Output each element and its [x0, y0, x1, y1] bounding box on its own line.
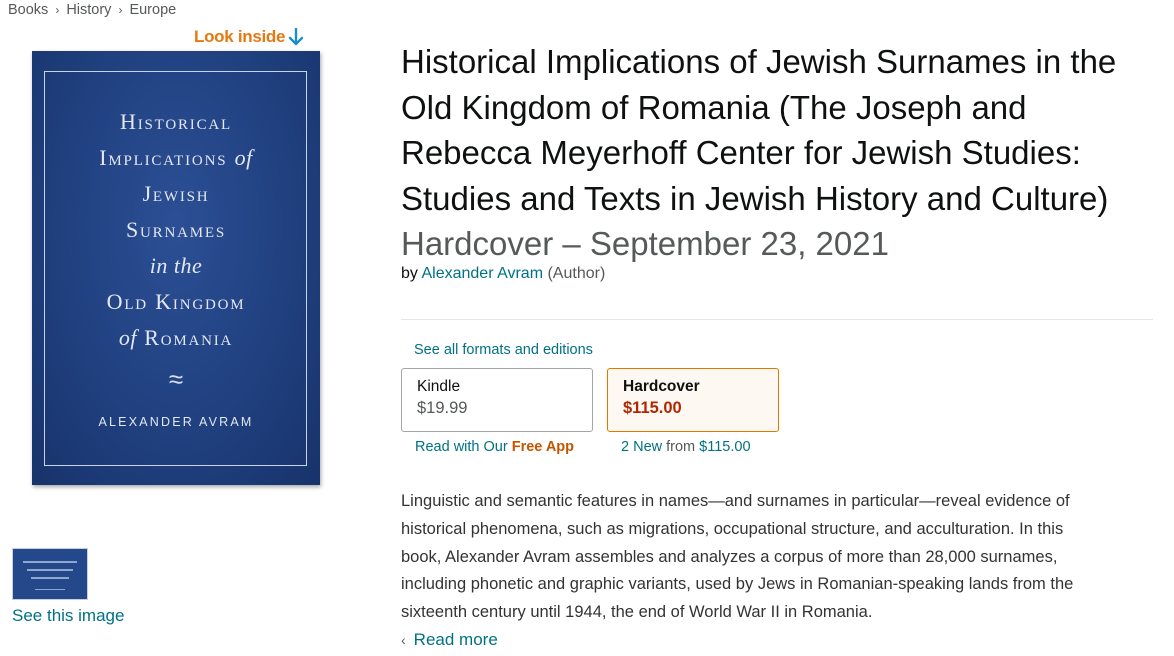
breadcrumb-europe[interactable]: Europe	[129, 2, 176, 18]
format-option-kindle[interactable]: Kindle $19.99	[401, 368, 593, 432]
new-offers-link[interactable]: 2 New from $115.00	[621, 439, 751, 455]
chevron-right-icon: ›	[55, 3, 60, 17]
description-line: book, Alexander Avram assembles and anal…	[401, 547, 1058, 566]
format-name: Hardcover	[623, 378, 700, 395]
look-inside-label: Look inside	[194, 27, 286, 46]
cover-title-line: Historical	[120, 109, 232, 134]
ornament-icon: ≈	[168, 364, 184, 394]
read-more-link[interactable]: ‹ Read more	[401, 630, 498, 650]
author-role: (Author)	[547, 265, 606, 282]
divider	[401, 319, 1153, 320]
cover-author: ALEXANDER AVRAM	[98, 415, 254, 429]
cover-title-line: Implications of	[99, 145, 253, 170]
description-line: Linguistic and semantic features in name…	[401, 492, 1070, 510]
format-option-hardcover[interactable]: Hardcover $115.00	[607, 368, 779, 432]
author-link[interactable]: Alexander Avram	[421, 265, 543, 282]
see-this-image-link[interactable]: See this image	[12, 606, 124, 626]
cover-title-line: Jewish	[142, 181, 210, 206]
byline-prefix: by	[401, 265, 418, 282]
free-app-link[interactable]: Read with Our Free App	[415, 439, 574, 455]
description-line: sixteenth century until 1944, the end of…	[401, 603, 873, 622]
product-description: Linguistic and semantic features in name…	[401, 488, 1163, 627]
cover-title-line: Old Kingdom	[106, 289, 246, 314]
description-line: including phonetic and graphic variants,…	[401, 575, 1074, 594]
image-thumbnail[interactable]	[12, 548, 88, 600]
cover-title-line: in the	[149, 253, 203, 278]
cover-title: Historical Implications of Jewish Surnam…	[32, 104, 320, 356]
arrow-down-icon	[288, 28, 304, 46]
format-name: Kindle	[417, 378, 461, 395]
breadcrumb-history[interactable]: History	[66, 2, 111, 18]
product-title: Historical Implications of Jewish Surnam…	[401, 39, 1163, 267]
chevron-right-icon: ›	[118, 3, 123, 17]
breadcrumb: Books › History › Europe	[8, 2, 176, 18]
read-more-label: Read more	[413, 630, 498, 649]
format-price: $115.00	[623, 399, 682, 417]
byline: by Alexander Avram (Author)	[401, 265, 605, 283]
breadcrumb-books[interactable]: Books	[8, 2, 48, 18]
description-line: historical phenomena, such as migrations…	[401, 519, 1064, 538]
product-title-text: Historical Implications of Jewish Surnam…	[401, 43, 1117, 217]
cover-title-line: of Romania	[118, 325, 234, 350]
look-inside-button[interactable]: Look inside	[194, 27, 304, 47]
chevron-left-icon: ‹	[401, 632, 406, 648]
book-cover-image[interactable]: Historical Implications of Jewish Surnam…	[32, 51, 320, 485]
format-price: $19.99	[417, 399, 468, 417]
cover-title-line: Surnames	[126, 217, 226, 242]
product-format-date: Hardcover – September 23, 2021	[401, 225, 889, 262]
see-all-formats-link[interactable]: See all formats and editions	[414, 342, 593, 358]
